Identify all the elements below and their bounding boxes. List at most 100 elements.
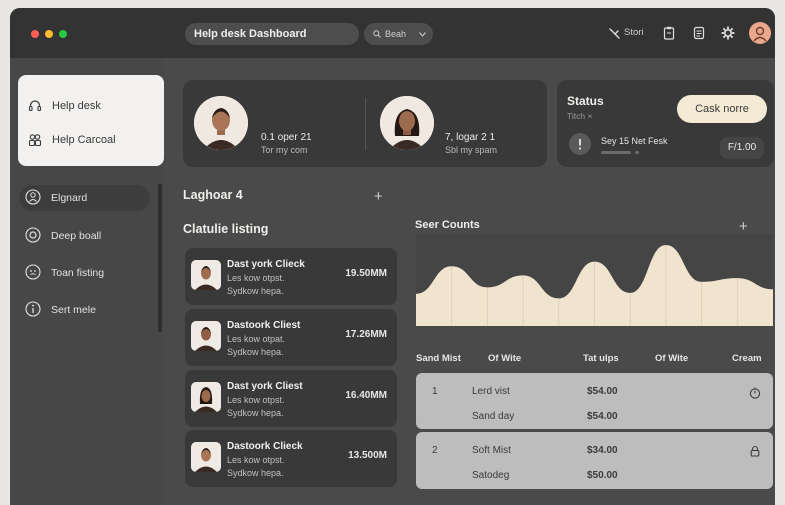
table-header-4[interactable]: Cream bbox=[732, 353, 762, 364]
user-line2-1: Sbl my spam bbox=[445, 145, 498, 155]
list-item-avatar bbox=[191, 442, 221, 472]
sidebar-item-0[interactable]: Elgnard bbox=[19, 185, 150, 211]
app-window: Help desk Dashboard Beah Stori Help desk… bbox=[10, 8, 775, 505]
status-item: Sey 15 Net Fesk bbox=[601, 136, 668, 146]
laghoar-add-button[interactable]: + bbox=[374, 189, 383, 204]
row-value: $54.00 bbox=[587, 411, 618, 422]
person-icon bbox=[25, 189, 41, 205]
sidebar-item-label: Toan fisting bbox=[51, 267, 105, 279]
sidebar-item-label: Deep boall bbox=[51, 230, 102, 242]
search-icon bbox=[373, 30, 381, 38]
list-item[interactable]: Dast york Clieck Les kow otpst. Sydkow h… bbox=[185, 248, 397, 305]
status-value-badge[interactable]: F/1.00 bbox=[720, 137, 764, 159]
laghoar-title: Laghoar 4 bbox=[183, 188, 243, 202]
list-item-sub1: Les kow otpst. bbox=[227, 455, 285, 465]
clipboard-icon[interactable] bbox=[662, 26, 676, 40]
list-item-sub1: Les kow otpst. bbox=[227, 395, 285, 405]
list-item-amount: 19.50MM bbox=[345, 268, 387, 279]
sidebar-item-label: Elgnard bbox=[51, 192, 88, 204]
list-item[interactable]: Dast york Cliest Les kow otpst. Sydkow h… bbox=[185, 370, 397, 427]
user-divider bbox=[365, 98, 366, 150]
row-name: Lerd vist bbox=[472, 386, 510, 397]
chat-icon bbox=[25, 264, 41, 280]
gear-icon[interactable] bbox=[721, 26, 735, 40]
list-item-name: Dastoork Clieck bbox=[227, 441, 303, 452]
search-label: Beah bbox=[385, 29, 407, 39]
maximize-window-button[interactable] bbox=[59, 30, 67, 38]
list-item[interactable]: Dastoork Clieck Les kow otpst. Sydkow he… bbox=[185, 430, 397, 487]
status-alert-icon bbox=[569, 133, 591, 155]
status-panel: Status Titch × Cask norre Sey 15 Net Fes… bbox=[557, 80, 774, 167]
tools-icon[interactable] bbox=[608, 26, 622, 40]
status-subtitle[interactable]: Titch × bbox=[567, 111, 592, 121]
user-line1-0: 0.1 oper 21 bbox=[261, 132, 312, 143]
sidebar-item-3[interactable]: Sert mele bbox=[19, 297, 150, 323]
sidebar-item-label: Sert mele bbox=[51, 304, 96, 316]
lock-icon[interactable] bbox=[749, 445, 761, 457]
table-header-0[interactable]: Sand Mist bbox=[416, 353, 461, 364]
row-value: $50.00 bbox=[587, 470, 618, 481]
list-item-avatar bbox=[191, 382, 221, 412]
table-header-2[interactable]: Tat ulps bbox=[583, 353, 619, 364]
search-dropdown[interactable]: Beah bbox=[364, 23, 433, 45]
minimize-window-button[interactable] bbox=[45, 30, 53, 38]
list-item-amount: 13.500M bbox=[348, 450, 387, 461]
list-item-sub2: Sydkow hepa. bbox=[227, 347, 284, 357]
status-item-progress-dot bbox=[635, 151, 639, 154]
user-line1-1: 7, logar 2 1 bbox=[445, 132, 496, 143]
list-item[interactable]: Dastoork Cliest Les kow otpat. Sydkow he… bbox=[185, 309, 397, 366]
status-title: Status bbox=[567, 94, 604, 108]
help-card-label-0: Help desk bbox=[52, 100, 101, 112]
list-item-amount: 16.40MM bbox=[345, 390, 387, 401]
table-row[interactable]: 2 Soft Mist $34.00 Satodeg $50.00 bbox=[416, 432, 773, 489]
sidebar-item-2[interactable]: Toan fisting bbox=[19, 260, 150, 286]
status-item-progress bbox=[601, 151, 631, 154]
user-avatar-1[interactable] bbox=[380, 96, 434, 150]
title-bar: Help desk Dashboard Beah Stori bbox=[10, 8, 775, 58]
row-number: 2 bbox=[432, 445, 438, 456]
list-item-amount: 17.26MM bbox=[345, 329, 387, 340]
seer-counts-chart bbox=[416, 234, 773, 326]
help-card: Help desk Help Carcoal bbox=[18, 75, 164, 166]
sidebar-item-1[interactable]: Deep boall bbox=[19, 223, 150, 249]
row-value: $54.00 bbox=[587, 386, 618, 397]
list-item-sub2: Sydkow hepa. bbox=[227, 408, 284, 418]
list-item-avatar bbox=[191, 321, 221, 351]
row-name: Soft Mist bbox=[472, 445, 511, 456]
address-bar[interactable]: Help desk Dashboard bbox=[185, 23, 359, 45]
document-icon[interactable] bbox=[692, 26, 706, 40]
listing-title: Clatulie listing bbox=[183, 222, 269, 236]
info-icon bbox=[25, 301, 41, 317]
help-card-label-1: Help Carcoal bbox=[52, 134, 116, 146]
ring-icon bbox=[25, 227, 41, 243]
counts-add-button[interactable]: + bbox=[739, 219, 748, 234]
table-header-1[interactable]: Of Wite bbox=[488, 353, 521, 364]
counts-title: Seer Counts bbox=[415, 219, 480, 231]
avatar[interactable] bbox=[749, 22, 771, 44]
list-item-sub2: Sydkow hepa. bbox=[227, 286, 284, 296]
table-row[interactable]: 1 Lerd vist $54.00 Sand day $54.00 bbox=[416, 373, 773, 429]
close-window-button[interactable] bbox=[31, 30, 39, 38]
row-name: Satodeg bbox=[472, 470, 510, 481]
row-value: $34.00 bbox=[587, 445, 618, 456]
clock-icon[interactable] bbox=[749, 387, 761, 399]
user-avatar-0[interactable] bbox=[194, 96, 248, 150]
list-item-name: Dast york Cliest bbox=[227, 381, 303, 392]
row-number: 1 bbox=[432, 386, 438, 397]
list-item-sub1: Les kow otpat. bbox=[227, 334, 286, 344]
toolbar-text[interactable]: Stori bbox=[624, 27, 644, 38]
sidebar: Help desk Help Carcoal Elgnard Deep boal… bbox=[10, 58, 164, 505]
list-item-sub2: Sydkow hepa. bbox=[227, 468, 284, 478]
list-item-name: Dastoork Cliest bbox=[227, 320, 301, 331]
list-item-sub1: Les kow otpst. bbox=[227, 273, 285, 283]
status-button[interactable]: Cask norre bbox=[677, 95, 767, 123]
list-item-avatar bbox=[191, 260, 221, 290]
people-icon bbox=[28, 134, 42, 147]
sidebar-scrollbar[interactable] bbox=[158, 184, 162, 332]
user-line2-0: Tor my com bbox=[261, 145, 308, 155]
headset-icon bbox=[28, 100, 42, 112]
list-item-name: Dast york Clieck bbox=[227, 259, 305, 270]
row-name: Sand day bbox=[472, 411, 515, 422]
chevron-down-icon bbox=[419, 32, 426, 37]
table-header-3[interactable]: Of Wite bbox=[655, 353, 688, 364]
